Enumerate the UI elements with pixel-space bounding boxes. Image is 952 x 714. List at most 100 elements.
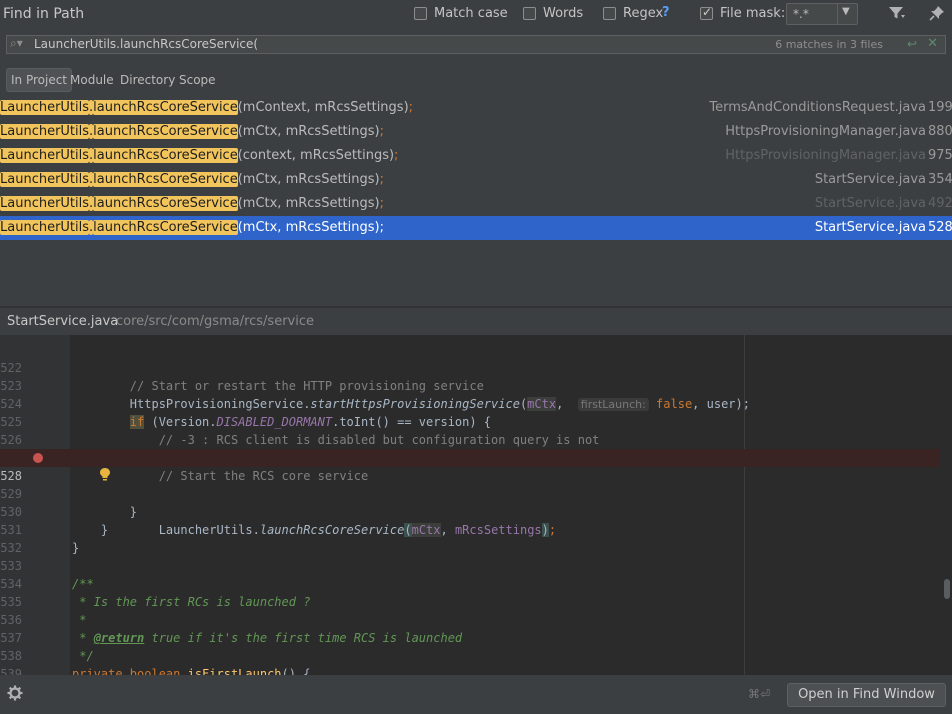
match-count: 6 matches in 3 files <box>775 38 883 51</box>
match-args: (mCtx, mRcsSettings) <box>237 172 380 187</box>
words-checkbox[interactable] <box>523 7 536 20</box>
match-method: launchRcsCoreService <box>93 100 238 115</box>
match-class: LauncherUtils <box>0 172 90 187</box>
code-line: 539 return mLastUserAccount == null; <box>0 647 940 675</box>
code-line: 526 } else { <box>0 413 940 465</box>
match-case-checkbox[interactable] <box>414 7 427 20</box>
result-row[interactable]: LauncherUtils.launchRcsCoreService(mCont… <box>0 96 952 120</box>
preview-file-name: StartService.java <box>7 314 119 329</box>
result-file: HttpsProvisioningManager.java <box>725 148 926 163</box>
dialog-title: Find in Path <box>3 6 85 22</box>
match-class: LauncherUtils <box>0 124 90 139</box>
result-line: 880 <box>928 124 952 139</box>
search-input[interactable]: ⌕▾ LauncherUtils.launchRcsCoreService( 6… <box>6 35 946 54</box>
match-method: launchRcsCoreService <box>93 220 238 235</box>
scope-tabs: In Project Module Directory Scope <box>0 68 952 92</box>
match-class: LauncherUtils <box>0 220 90 235</box>
code-line: 537 */ <box>0 611 940 663</box>
result-row[interactable]: LauncherUtils.launchRcsCoreService(conte… <box>0 144 952 168</box>
result-row-selected[interactable]: LauncherUtils.launchRcsCoreService(mCtx,… <box>0 216 952 240</box>
code-line: 525 // -3 : RCS client is disabled but c… <box>0 395 940 447</box>
file-mask-separator <box>837 4 838 24</box>
code-line: 531 } <box>0 503 940 555</box>
code-line: 533 /** <box>0 539 940 591</box>
chevron-down-icon[interactable]: ▼ <box>842 6 850 17</box>
code-line-breakpoint: 528 LauncherUtils.launchRcsCoreService(m… <box>0 449 940 537</box>
match-semicolon: ; <box>408 100 414 115</box>
code-line: 529 } <box>0 467 940 519</box>
results-list: LauncherUtils.launchRcsCoreService(mCont… <box>0 96 952 240</box>
gear-icon[interactable] <box>7 685 23 705</box>
code-line: 532 <box>0 521 940 555</box>
new-line-icon[interactable]: ↩ <box>907 37 917 51</box>
result-file: TermsAndConditionsRequest.java <box>709 100 926 115</box>
result-file: StartService.java <box>814 172 926 187</box>
match-class: LauncherUtils <box>0 196 90 211</box>
code-line: 535 * <box>0 575 940 627</box>
breakpoint-icon[interactable] <box>33 453 43 463</box>
code-line: 540 } <box>0 665 940 675</box>
match-args: (context, mRcsSettings) <box>237 148 395 163</box>
result-line: 975 <box>928 148 952 163</box>
result-line: 492 <box>928 196 952 211</box>
tab-directory[interactable]: Directory <box>116 68 179 92</box>
match-case-label[interactable]: Match case <box>434 6 508 21</box>
tab-in-project[interactable]: In Project <box>6 68 73 92</box>
match-method: launchRcsCoreService <box>93 124 238 139</box>
match-semicolon: ; <box>394 148 399 163</box>
words-label[interactable]: Words <box>543 6 583 21</box>
result-row[interactable]: LauncherUtils.launchRcsCoreService(mCtx,… <box>0 168 952 192</box>
open-in-find-window-button[interactable]: Open in Find Window <box>787 683 946 707</box>
result-row[interactable]: LauncherUtils.launchRcsCoreService(mCtx,… <box>0 192 952 216</box>
search-query: LauncherUtils.launchRcsCoreService( <box>34 37 259 51</box>
regex-label[interactable]: Regex <box>623 6 663 21</box>
result-row[interactable]: LauncherUtils.launchRcsCoreService(mCtx,… <box>0 120 952 144</box>
vertical-scrollbar[interactable] <box>944 579 950 599</box>
preview-header: StartService.java core/src/com/gsma/rcs/… <box>0 308 952 335</box>
tab-module[interactable]: Module <box>66 68 118 92</box>
pin-icon[interactable] <box>929 5 945 25</box>
regex-checkbox[interactable] <box>603 7 616 20</box>
file-mask-checkbox[interactable] <box>700 5 713 20</box>
code-line: 530 } <box>0 485 940 537</box>
file-mask-label[interactable]: File mask: <box>720 6 785 21</box>
code-preview[interactable]: 522 // Start or restart the HTTP provisi… <box>0 335 952 675</box>
match-semicolon: ; <box>379 196 384 211</box>
search-icon[interactable]: ⌕▾ <box>10 36 23 51</box>
code-line: 534 * Is the first RCs is launched ? <box>0 557 940 609</box>
preview-file-path: core/src/com/gsma/rcs/service <box>116 314 315 329</box>
code-line: 538 private boolean isFirstLaunch() { <box>0 629 940 675</box>
tab-scope[interactable]: Scope <box>175 68 220 92</box>
filter-icon[interactable] <box>888 5 906 25</box>
file-mask-select[interactable]: *.* ▼ <box>786 3 858 25</box>
match-args: (mCtx, mRcsSettings) <box>237 220 380 235</box>
code-line: 523 HttpsProvisioningService.startHttpsP… <box>0 359 940 411</box>
result-file: HttpsProvisioningManager.java <box>725 124 926 139</box>
match-args: (mCtx, mRcsSettings) <box>237 124 380 139</box>
match-args: (mCtx, mRcsSettings) <box>237 196 380 211</box>
match-args: (mContext, mRcsSettings) <box>237 100 409 115</box>
shortcut-hint: ⌘⏎ <box>748 687 771 701</box>
result-line: 528 <box>928 220 952 235</box>
result-line: 199 <box>928 100 952 115</box>
result-file: StartService.java <box>814 196 926 211</box>
find-toolbar: Find in Path Match case Words Regex ? Fi… <box>0 0 952 30</box>
result-line: 354 <box>928 172 952 187</box>
match-method: launchRcsCoreService <box>93 172 238 187</box>
code-line: 536 * @return true if it's the first tim… <box>0 593 940 645</box>
match-method: launchRcsCoreService <box>93 196 238 211</box>
code-line: 522 // Start or restart the HTTP provisi… <box>0 341 940 393</box>
match-class: LauncherUtils <box>0 148 90 163</box>
code-line: 524 if (Version.DISABLED_DORMANT.toInt()… <box>0 377 940 429</box>
match-semicolon: ; <box>379 172 384 187</box>
clear-icon[interactable]: ✕ <box>927 36 938 51</box>
match-class: LauncherUtils <box>0 100 90 115</box>
code-line: 527 // Start the RCS core service <box>0 431 940 483</box>
file-mask-value: *.* <box>793 7 809 21</box>
match-method: launchRcsCoreService <box>93 148 238 163</box>
dialog-footer: ⌘⏎ Open in Find Window <box>0 675 952 714</box>
match-semicolon: ; <box>379 220 384 235</box>
result-file: StartService.java <box>814 220 926 235</box>
match-semicolon: ; <box>379 124 384 139</box>
regex-help-link[interactable]: ? <box>662 5 670 20</box>
